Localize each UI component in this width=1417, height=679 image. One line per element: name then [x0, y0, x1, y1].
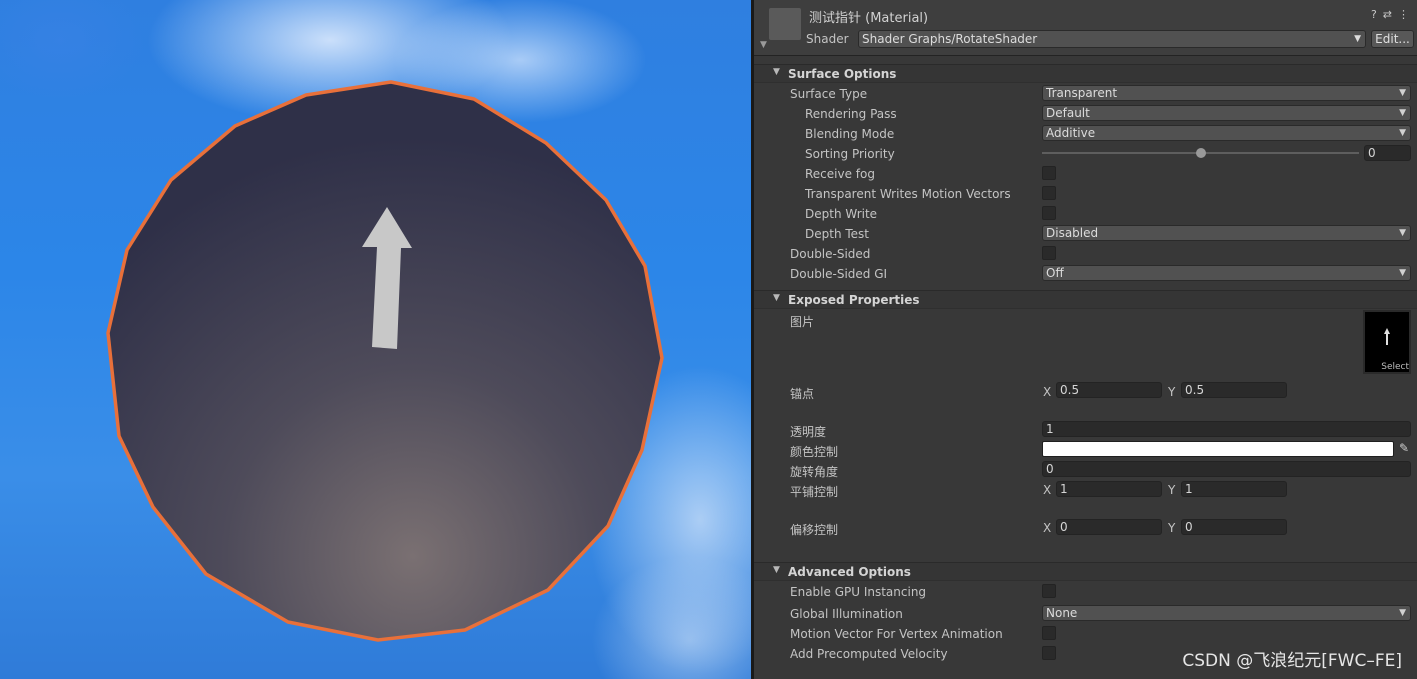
kebab-icon[interactable]: ⋮	[1398, 8, 1409, 21]
section-title: Exposed Properties	[788, 293, 920, 307]
receive-fog-label: Receive fog	[805, 167, 875, 181]
tiling-x-label: X	[1043, 483, 1052, 497]
depth-test-label: Depth Test	[805, 227, 869, 241]
motion-vector-checkbox[interactable]	[1042, 626, 1056, 640]
dropdown-value: Default	[1046, 106, 1090, 120]
offset-y-field[interactable]: 0	[1181, 519, 1287, 535]
offset-x-field[interactable]: 0	[1056, 519, 1162, 535]
inspector-panel: ▼ 测试指针 (Material) ? ⇄ ⋮ Shader Shader Gr…	[754, 0, 1417, 679]
advanced-options-header[interactable]: ▼ Advanced Options	[754, 562, 1417, 581]
sliders-icon[interactable]: ⇄	[1383, 8, 1392, 21]
double-sided-gi-label: Double-Sided GI	[790, 267, 888, 281]
surface-type-dropdown[interactable]: Transparent ▼	[1042, 85, 1411, 101]
depth-write-label: Depth Write	[805, 207, 878, 221]
shader-dropdown[interactable]: Shader Graphs/RotateShader ▼	[858, 30, 1366, 48]
texture-label: 图片	[790, 315, 815, 329]
blending-mode-label: Blending Mode	[805, 127, 895, 141]
watermark: CSDN @飞浪纪元[FWC–FE]	[1182, 651, 1402, 671]
gpu-instancing-label: Enable GPU Instancing	[790, 585, 927, 599]
rotation-label: 旋转角度	[790, 465, 839, 479]
tiling-label: 平铺控制	[790, 485, 839, 499]
depth-test-dropdown[interactable]: Disabled ▼	[1042, 225, 1411, 241]
double-sided-label: Double-Sided	[790, 247, 871, 261]
precomputed-velocity-checkbox[interactable]	[1042, 646, 1056, 660]
offset-y-label: Y	[1168, 521, 1176, 535]
depth-write-checkbox[interactable]	[1042, 206, 1056, 220]
gpu-instancing-checkbox[interactable]	[1042, 584, 1056, 598]
offset-label: 偏移控制	[790, 523, 839, 537]
tiling-y-field[interactable]: 1	[1181, 481, 1287, 497]
offset-x-label: X	[1043, 521, 1052, 535]
anchor-y-field[interactable]: 0.5	[1181, 382, 1287, 398]
section-title: Surface Options	[788, 67, 897, 81]
chevron-down-icon: ▼	[1399, 108, 1406, 118]
transparent-writes-label: Transparent Writes Motion Vectors	[805, 187, 1011, 201]
dropdown-value: Disabled	[1046, 226, 1099, 240]
opacity-label: 透明度	[790, 425, 827, 439]
surface-options-header[interactable]: ▼ Surface Options	[754, 64, 1417, 83]
global-illumination-label: Global Illumination	[790, 607, 903, 621]
chevron-down-icon: ▼	[1354, 34, 1361, 44]
color-field[interactable]	[1042, 441, 1394, 457]
color-label: 颜色控制	[790, 445, 839, 459]
sorting-priority-field[interactable]: 0	[1364, 145, 1411, 161]
scene-view[interactable]	[0, 0, 751, 679]
opacity-field[interactable]: 1	[1042, 421, 1411, 437]
chevron-down-icon: ▼	[1399, 88, 1406, 98]
chevron-down-icon: ▼	[1399, 128, 1406, 138]
dropdown-value: Transparent	[1046, 86, 1118, 100]
material-preview-icon	[769, 8, 801, 40]
transparent-writes-checkbox[interactable]	[1042, 186, 1056, 200]
anchor-x-label: X	[1043, 385, 1052, 399]
foldout-triangle-icon: ▼	[773, 67, 780, 77]
dropdown-value: Off	[1046, 266, 1064, 280]
material-title: 测试指针 (Material)	[809, 11, 929, 26]
anchor-label: 锚点	[790, 387, 815, 401]
blending-mode-dropdown[interactable]: Additive ▼	[1042, 125, 1411, 141]
shader-value: Shader Graphs/RotateShader	[862, 32, 1038, 46]
foldout-triangle-icon: ▼	[773, 565, 780, 575]
shader-label: Shader	[806, 32, 849, 46]
slider-handle[interactable]	[1195, 148, 1206, 158]
double-sided-checkbox[interactable]	[1042, 246, 1056, 260]
surface-type-label: Surface Type	[790, 87, 868, 101]
anchor-y-label: Y	[1168, 385, 1176, 399]
section-title: Advanced Options	[788, 565, 911, 579]
exposed-properties-header[interactable]: ▼ Exposed Properties	[754, 290, 1417, 309]
global-illumination-dropdown[interactable]: None ▼	[1042, 605, 1411, 621]
anchor-x-field[interactable]: 0.5	[1056, 382, 1162, 398]
help-icon[interactable]: ?	[1371, 8, 1377, 21]
tiling-y-label: Y	[1168, 483, 1176, 497]
rendering-pass-label: Rendering Pass	[805, 107, 897, 121]
pointer-disc[interactable]	[106, 80, 664, 642]
sorting-priority-label: Sorting Priority	[805, 147, 895, 161]
scene-canvas	[106, 80, 664, 642]
header-icons: ? ⇄ ⋮	[1371, 8, 1409, 21]
chevron-down-icon: ▼	[1399, 608, 1406, 618]
receive-fog-checkbox[interactable]	[1042, 166, 1056, 180]
foldout-triangle-icon[interactable]: ▼	[760, 40, 767, 50]
motion-vector-label: Motion Vector For Vertex Animation	[790, 627, 1003, 641]
double-sided-gi-dropdown[interactable]: Off ▼	[1042, 265, 1411, 281]
dropdown-value: None	[1046, 606, 1078, 620]
edit-shader-button[interactable]: Edit...	[1371, 30, 1414, 48]
rotation-field[interactable]: 0	[1042, 461, 1411, 477]
rendering-pass-dropdown[interactable]: Default ▼	[1042, 105, 1411, 121]
foldout-triangle-icon: ▼	[773, 293, 780, 303]
texture-select-button[interactable]: Select	[1363, 362, 1411, 372]
chevron-down-icon: ▼	[1399, 268, 1406, 278]
chevron-down-icon: ▼	[1399, 228, 1406, 238]
dropdown-value: Additive	[1046, 126, 1096, 140]
precomputed-velocity-label: Add Precomputed Velocity	[790, 647, 948, 661]
tiling-x-field[interactable]: 1	[1056, 481, 1162, 497]
eyedropper-icon[interactable]: ✎	[1399, 441, 1409, 455]
material-header: ▼ 测试指针 (Material) ? ⇄ ⋮ Shader Shader Gr…	[754, 0, 1417, 56]
